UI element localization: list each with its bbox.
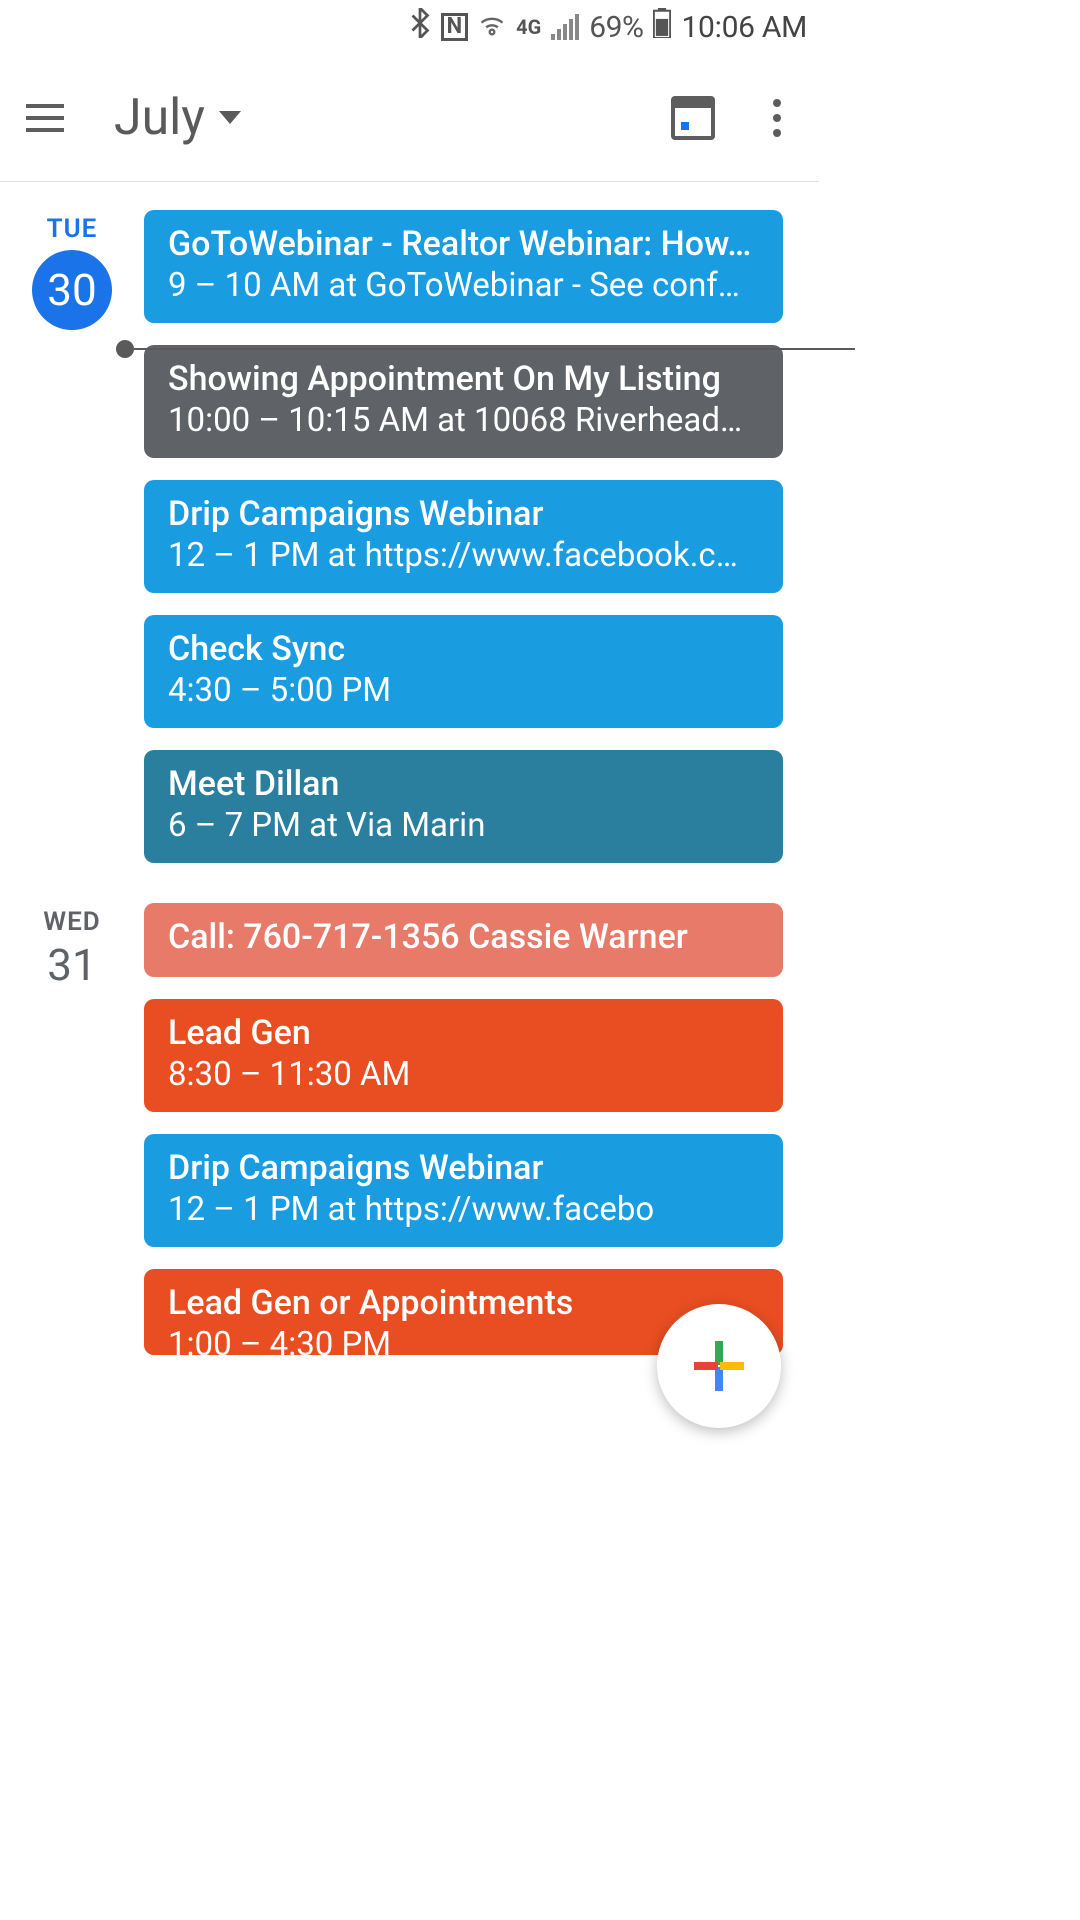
month-dropdown[interactable]: July <box>114 89 241 147</box>
app-bar: July <box>0 54 819 182</box>
event-title: Drip Campaigns Webinar <box>168 1148 759 1188</box>
event-time: 12 – 1 PM at https://www.facebo <box>168 1190 759 1229</box>
events-column: Call: 760-717-1356 Cassie Warner Lead Ge… <box>144 903 819 1355</box>
event-title: Drip Campaigns Webinar <box>168 494 759 534</box>
event-card[interactable]: Drip Campaigns Webinar 12 – 1 PM at http… <box>144 1134 783 1247</box>
event-card[interactable]: Showing Appointment On My Listing 10:00 … <box>144 345 783 458</box>
event-card[interactable]: Check Sync 4:30 – 5:00 PM <box>144 615 783 728</box>
bluetooth-icon <box>409 8 431 46</box>
event-card[interactable]: GoToWebinar - Realtor Webinar: How… 9 – … <box>144 210 783 323</box>
event-time: 12 – 1 PM at https://www.facebook.c… <box>168 536 759 575</box>
event-title: Lead Gen or Appointments <box>168 1283 759 1323</box>
day-header[interactable]: WED 31 <box>0 903 144 1355</box>
more-vert-icon <box>773 99 781 107</box>
hamburger-icon <box>26 104 64 108</box>
month-label: July <box>114 89 205 147</box>
events-column: GoToWebinar - Realtor Webinar: How… 9 – … <box>144 210 819 863</box>
event-title: Showing Appointment On My Listing <box>168 359 759 399</box>
event-title: Lead Gen <box>168 1013 759 1053</box>
event-time: 9 – 10 AM at GoToWebinar - See conf… <box>168 266 759 305</box>
day-of-week-label: WED <box>43 907 100 937</box>
event-time: 4:30 – 5:00 PM <box>168 671 759 710</box>
battery-icon <box>653 8 671 46</box>
event-time: 8:30 – 11:30 AM <box>168 1055 759 1094</box>
event-card[interactable]: Drip Campaigns Webinar 12 – 1 PM at http… <box>144 480 783 593</box>
menu-button[interactable] <box>14 87 76 149</box>
wifi-icon <box>478 10 506 45</box>
battery-percentage: 69% <box>589 10 643 45</box>
day-section-wed: WED 31 Call: 760-717-1356 Cassie Warner … <box>0 903 819 1355</box>
now-dot-icon <box>116 340 134 358</box>
event-card[interactable]: Lead Gen 8:30 – 11:30 AM <box>144 999 783 1112</box>
day-number: 31 <box>47 939 96 991</box>
overflow-menu-button[interactable] <box>755 96 799 140</box>
nfc-icon: N <box>441 13 469 41</box>
event-card[interactable]: Call: 760-717-1356 Cassie Warner <box>144 903 783 977</box>
day-number: 30 <box>32 250 112 330</box>
plus-icon <box>694 1341 744 1391</box>
status-bar: N 4G 69% 10:06 AM <box>0 0 819 54</box>
event-card[interactable]: Meet Dillan 6 – 7 PM at Via Marin <box>144 750 783 863</box>
chevron-down-icon <box>219 111 241 124</box>
create-event-fab[interactable] <box>657 1304 781 1428</box>
event-time: 6 – 7 PM at Via Marin <box>168 806 759 845</box>
network-type-label: 4G <box>516 15 541 39</box>
event-title: Check Sync <box>168 629 759 669</box>
signal-icon <box>551 14 579 40</box>
event-title: Meet Dillan <box>168 764 759 804</box>
day-header[interactable]: TUE 30 <box>0 210 144 863</box>
event-title: Call: 760-717-1356 Cassie Warner <box>168 917 759 957</box>
today-button[interactable] <box>671 96 715 140</box>
schedule-list[interactable]: TUE 30 GoToWebinar - Realtor Webinar: Ho… <box>0 182 819 1355</box>
event-title: GoToWebinar - Realtor Webinar: How… <box>168 224 759 264</box>
day-of-week-label: TUE <box>47 214 98 244</box>
calendar-icon <box>671 96 715 140</box>
clock-time: 10:06 AM <box>681 10 807 45</box>
now-indicator <box>134 348 855 350</box>
event-time: 10:00 – 10:15 AM at 10068 Riverhead… <box>168 401 759 440</box>
day-section-tue: TUE 30 GoToWebinar - Realtor Webinar: Ho… <box>0 210 819 863</box>
